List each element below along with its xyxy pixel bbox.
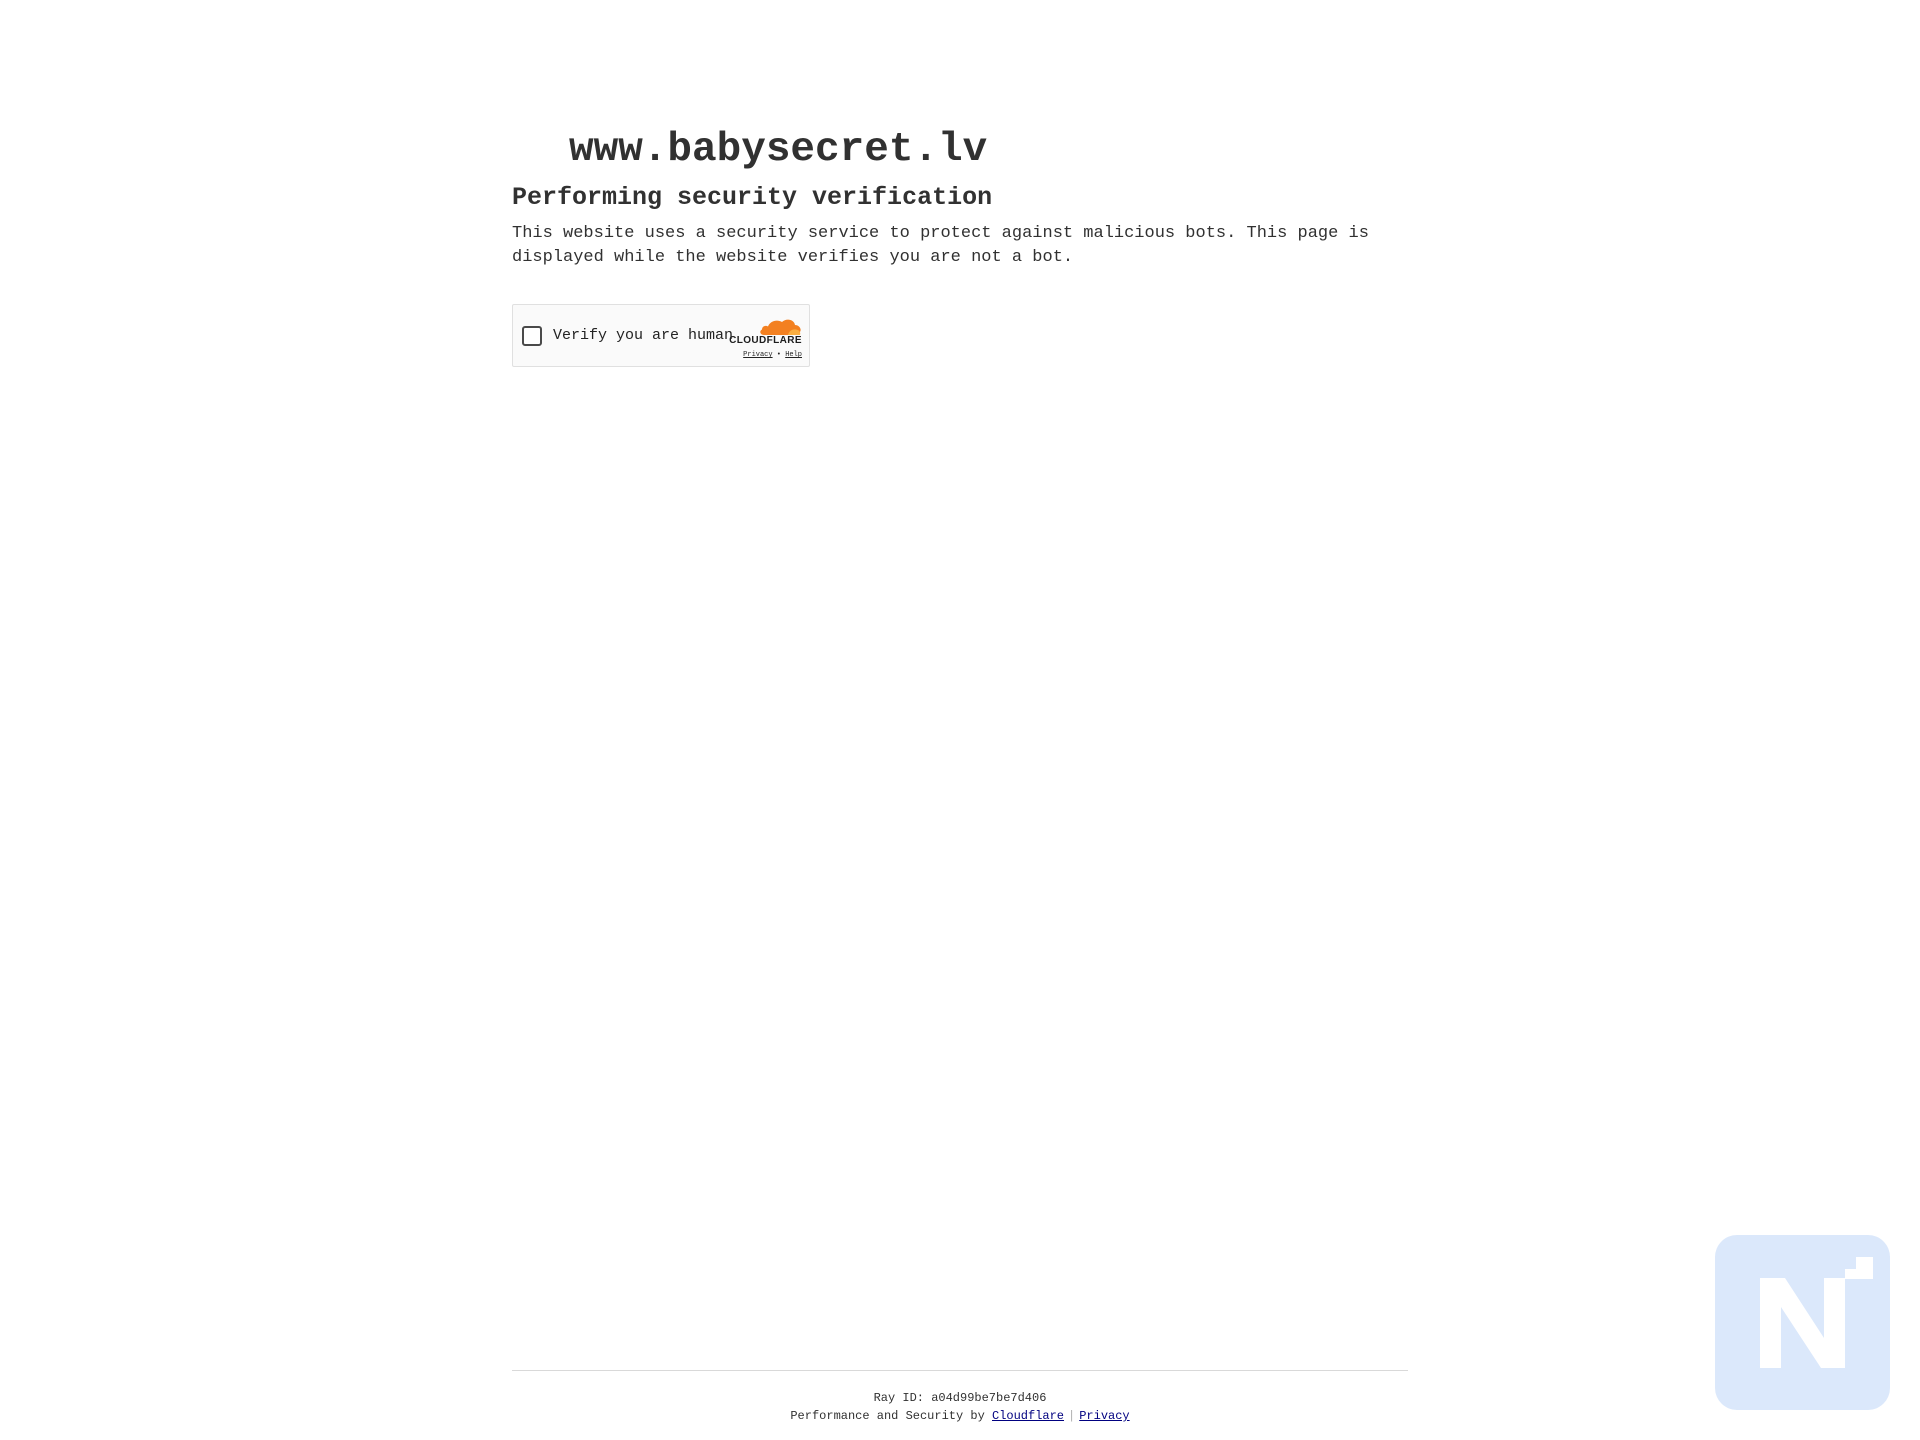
- widget-links: Privacy • Help: [724, 350, 802, 360]
- verify-label[interactable]: Verify you are human: [553, 326, 733, 346]
- site-name: www.babysecret.lv: [569, 127, 988, 173]
- cloudflare-link[interactable]: Cloudflare: [992, 1409, 1064, 1423]
- page-heading: Performing security verification: [512, 183, 993, 212]
- cloudflare-cloud-icon: [760, 319, 801, 335]
- n-logo-icon: [1760, 1257, 1873, 1368]
- widget-privacy-link[interactable]: Privacy: [743, 351, 772, 359]
- main-content: www.babysecret.lv Performing security ve…: [512, 120, 1408, 270]
- ray-id: Ray ID: a04d99be7be7d406: [873, 1391, 1047, 1405]
- n-logo-badge[interactable]: [1715, 1235, 1890, 1410]
- widget-link-separator: •: [776, 351, 781, 359]
- performance-line: Performance and Security by Cloudflare | P…: [512, 1407, 1408, 1425]
- widget-help-link[interactable]: Help: [785, 351, 802, 359]
- footer: Ray ID: a04d99be7be7d406 Performance and…: [512, 1370, 1408, 1425]
- verification-widget: Verify you are human CLOUDFLARE Privacy …: [512, 304, 810, 367]
- performance-text: Performance and Security by: [790, 1409, 985, 1423]
- footer-separator: |: [1068, 1409, 1076, 1423]
- verify-checkbox[interactable]: [522, 326, 542, 346]
- cloudflare-wordmark: CLOUDFLARE: [729, 335, 802, 346]
- footer-privacy-link[interactable]: Privacy: [1079, 1409, 1129, 1423]
- cloudflare-brand: CLOUDFLARE Privacy • Help: [724, 316, 802, 360]
- page-description: This website uses a security service to …: [512, 224, 1369, 267]
